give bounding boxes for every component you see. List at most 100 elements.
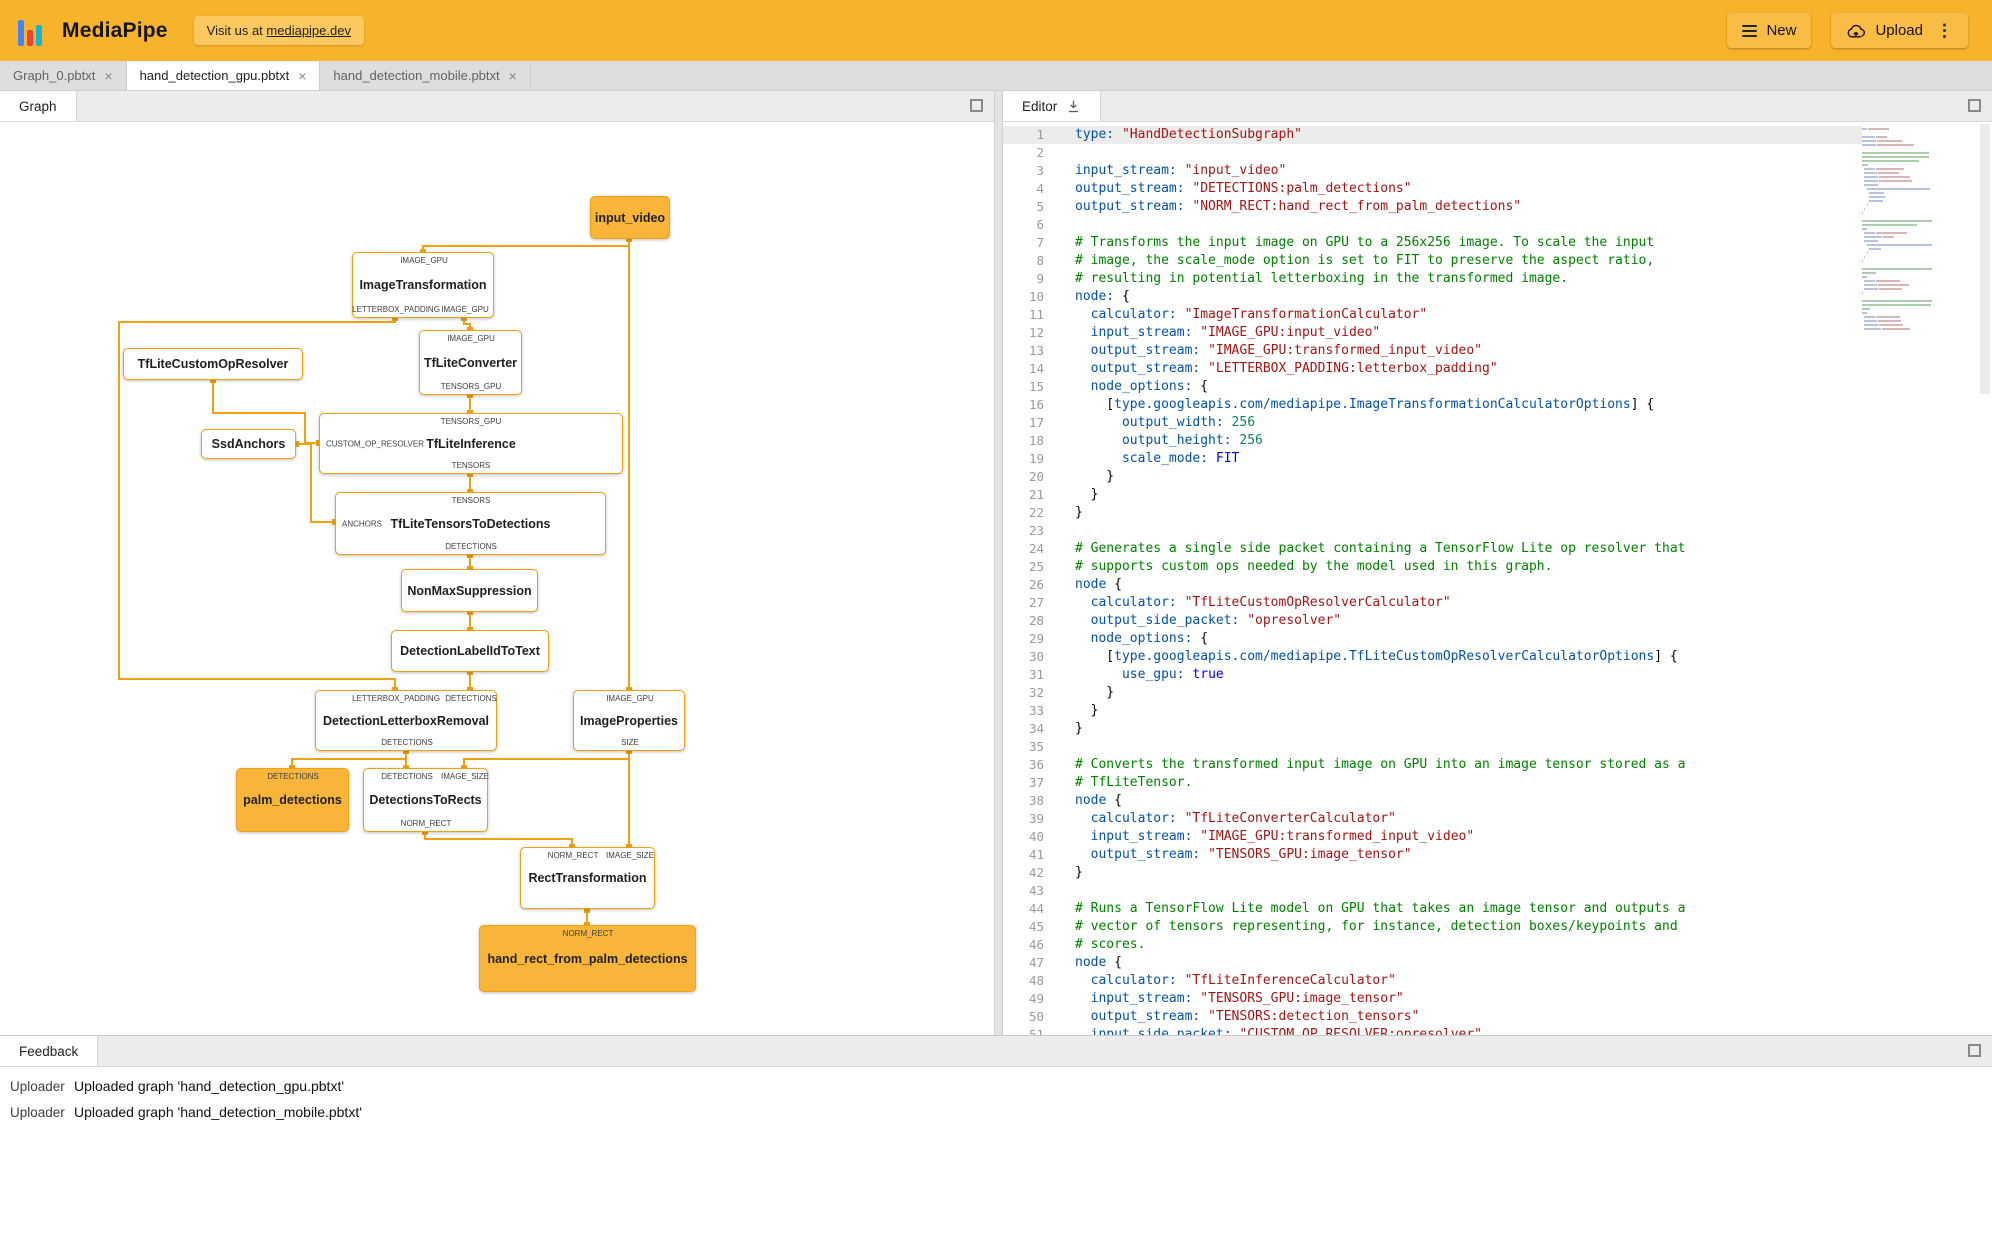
code-line[interactable]: 41 output_stream: "TENSORS_GPU:image_ten…: [1003, 846, 1862, 864]
code-line[interactable]: 38 node {: [1003, 792, 1862, 810]
tab-hand-detection-gpu-pbtxt[interactable]: hand_detection_gpu.pbtxt ×: [126, 61, 321, 90]
tab-label: hand_detection_gpu.pbtxt: [139, 68, 290, 83]
code-line[interactable]: 47 node {: [1003, 954, 1862, 972]
popout-icon[interactable]: [1968, 99, 1981, 112]
code-line[interactable]: 4 output_stream: "DETECTIONS:palm_detecti…: [1003, 180, 1862, 198]
graph-node-ImageTransformation[interactable]: IMAGE_GPU LETTERBOX_PADDING IMAGE_GPU Image…: [352, 252, 494, 318]
graph-node-hand_rect_from_palm_detections[interactable]: NORM_RECT hand_rect_from_palm_detections: [479, 925, 696, 992]
popout-icon[interactable]: [970, 99, 983, 112]
code-line[interactable]: 19 scale_mode: FIT: [1003, 450, 1862, 468]
close-tab-icon[interactable]: ×: [104, 68, 112, 84]
node-label: TfLiteInference: [426, 436, 516, 451]
graph-node-TfLiteTensorsToDetections[interactable]: TENSORS ANCHORS DETECTIONS TfLiteTensorsToD…: [335, 492, 606, 555]
tab-hand-detection-mobile-pbtxt[interactable]: hand_detection_mobile.pbtxt ×: [320, 61, 531, 90]
code-line[interactable]: 6: [1003, 216, 1862, 234]
code-line[interactable]: 46 # scores.: [1003, 936, 1862, 954]
graph-node-TfLiteConverter[interactable]: IMAGE_GPU TENSORS_GPU TfLiteConverter: [419, 330, 522, 395]
code-line[interactable]: 28 output_side_packet: "opresolver": [1003, 612, 1862, 630]
graph-node-DetectionsToRects[interactable]: DETECTIONS IMAGE_SIZE NORM_RECT DetectionsT…: [363, 768, 489, 832]
code-line[interactable]: 3 input_stream: "input_video": [1003, 162, 1862, 180]
graph-node-input_video[interactable]: input_video: [590, 196, 670, 239]
line-number: 2: [1036, 145, 1044, 160]
code-line[interactable]: 10 node: {: [1003, 288, 1862, 306]
code-line[interactable]: 30 [type.googleapis.com/mediapipe.TfLite…: [1003, 648, 1862, 666]
code-line[interactable]: 31 use_gpu: true: [1003, 666, 1862, 684]
graph-canvas[interactable]: input_video IMAGE_GPU LETTERBOX_PADDING IMA…: [0, 122, 994, 1035]
panel-divider[interactable]: [995, 91, 1003, 1035]
minimap[interactable]: [1862, 128, 1942, 332]
code-line[interactable]: 7 # Transforms the input image on GPU to …: [1003, 234, 1862, 252]
code-line[interactable]: 12 input_stream: "IMAGE_GPU:input_video": [1003, 324, 1862, 342]
code-line[interactable]: 17 output_width: 256: [1003, 414, 1862, 432]
code-line[interactable]: 22}: [1003, 504, 1862, 522]
code-line[interactable]: 2: [1003, 144, 1862, 162]
graph-node-TfLiteCustomOpResolver[interactable]: TfLiteCustomOpResolver: [123, 348, 303, 380]
code-line[interactable]: 48 calculator: "TfLiteInferenceCalculato…: [1003, 972, 1862, 990]
code-line[interactable]: 45 # vector of tensors representing, for …: [1003, 918, 1862, 936]
popout-icon[interactable]: [1968, 1044, 1981, 1057]
graph-node-DetectionLetterboxRemoval[interactable]: LETTERBOX_PADDING DETECTIONS DETECTIONS Det…: [315, 690, 497, 751]
editor-scrollbar[interactable]: [1978, 122, 1992, 1035]
code-line[interactable]: 24 # Generates a single side packet conta…: [1003, 540, 1862, 558]
code-line[interactable]: 51 input_side_packet: "CUSTOM_OP_RESOLVE…: [1003, 1026, 1862, 1035]
feedback-tab[interactable]: Feedback: [0, 1036, 99, 1066]
graph-node-TfLiteInference[interactable]: TENSORS_GPU CUSTOM_OP_RESOLVER TENSORS TfLi…: [319, 413, 623, 474]
code-editor[interactable]: 1 type: "HandDetectionSubgraph" 2 3 input_st…: [1003, 122, 1992, 1035]
code-line[interactable]: 32 }: [1003, 684, 1862, 702]
code-line[interactable]: 18 output_height: 256: [1003, 432, 1862, 450]
graph-node-NonMaxSuppression[interactable]: NonMaxSuppression: [401, 569, 538, 612]
code-line[interactable]: 8 # image, the scale_mode option is set t…: [1003, 252, 1862, 270]
code-line[interactable]: 9 # resulting in potential letterboxing i…: [1003, 270, 1862, 288]
tab-graph-0-pbtxt[interactable]: Graph_0.pbtxt ×: [0, 61, 127, 90]
download-icon[interactable]: [1066, 99, 1081, 114]
code-line[interactable]: 14 output_stream: "LETTERBOX_PADDING:let…: [1003, 360, 1862, 378]
code-line[interactable]: 35: [1003, 738, 1862, 756]
code-line[interactable]: 1 type: "HandDetectionSubgraph": [1003, 126, 1862, 144]
code-line[interactable]: 21 }: [1003, 486, 1862, 504]
code-line[interactable]: 23: [1003, 522, 1862, 540]
code-line[interactable]: 27 calculator: "TfLiteCustomOpResolverCa…: [1003, 594, 1862, 612]
code-line[interactable]: 40 input_stream: "IMAGE_GPU:transformed_…: [1003, 828, 1862, 846]
editor-code[interactable]: 1 type: "HandDetectionSubgraph" 2 3 input_st…: [1003, 122, 1862, 1035]
line-number: 35: [1028, 739, 1044, 754]
code-line[interactable]: 16 [type.googleapis.com/mediapipe.ImageT…: [1003, 396, 1862, 414]
graph-node-SsdAnchors[interactable]: SsdAnchors: [201, 429, 296, 459]
close-tab-icon[interactable]: ×: [509, 68, 517, 84]
code-line[interactable]: 43: [1003, 882, 1862, 900]
code-line[interactable]: 25 # supports custom ops needed by the mo…: [1003, 558, 1862, 576]
scrollbar-thumb[interactable]: [1980, 124, 1990, 394]
graph-node-DetectionLabelIdToText[interactable]: DetectionLabelIdToText: [391, 630, 549, 672]
code-line[interactable]: 42}: [1003, 864, 1862, 882]
code-line[interactable]: 20 }: [1003, 468, 1862, 486]
new-button[interactable]: New: [1727, 13, 1812, 48]
graph-panel: Graph input_video IMAGE_GPU LETTERBOX_PADD…: [0, 91, 995, 1035]
code-line[interactable]: 13 output_stream: "IMAGE_GPU:transformed…: [1003, 342, 1862, 360]
upload-menu-icon[interactable]: ⋮: [1936, 21, 1953, 41]
line-number: 13: [1028, 343, 1044, 358]
code-line[interactable]: 5 output_stream: "NORM_RECT:hand_rect_fro…: [1003, 198, 1862, 216]
graph-node-palm_detections[interactable]: DETECTIONS palm_detections: [236, 768, 349, 832]
code-line[interactable]: 29 node_options: {: [1003, 630, 1862, 648]
code-line[interactable]: 39 calculator: "TfLiteConverterCalculato…: [1003, 810, 1862, 828]
code-line[interactable]: 33 }: [1003, 702, 1862, 720]
code-line[interactable]: 36 # Converts the transformed input image…: [1003, 756, 1862, 774]
node-label: TfLiteConverter: [423, 355, 518, 370]
close-tab-icon[interactable]: ×: [298, 68, 306, 84]
code-line[interactable]: 44 # Runs a TensorFlow Lite model on GPU …: [1003, 900, 1862, 918]
visit-link[interactable]: mediapipe.dev: [266, 23, 351, 38]
code-line[interactable]: 49 input_stream: "TENSORS_GPU:image_tens…: [1003, 990, 1862, 1008]
code-line[interactable]: 26 node {: [1003, 576, 1862, 594]
code-line[interactable]: 50 output_stream: "TENSORS:detection_ten…: [1003, 1008, 1862, 1026]
graph-tab[interactable]: Graph: [0, 91, 77, 121]
code-line[interactable]: 15 node_options: {: [1003, 378, 1862, 396]
input-port-label: IMAGE_GPU: [606, 694, 654, 703]
graph-node-ImageProperties[interactable]: IMAGE_GPU SIZE ImageProperties: [573, 690, 685, 751]
graph-node-RectTransformation[interactable]: NORM_RECT IMAGE_SIZE RectTransformation: [520, 847, 655, 909]
line-number: 7: [1036, 235, 1044, 250]
editor-tab[interactable]: Editor: [1003, 91, 1102, 121]
code-line[interactable]: 11 calculator: "ImageTransformationCalcu…: [1003, 306, 1862, 324]
upload-button[interactable]: Upload ⋮: [1831, 13, 1968, 48]
app-header: MediaPipe Visit us at mediapipe.dev New …: [0, 0, 1992, 61]
code-line[interactable]: 37 # TfLiteTensor.: [1003, 774, 1862, 792]
code-line[interactable]: 34}: [1003, 720, 1862, 738]
